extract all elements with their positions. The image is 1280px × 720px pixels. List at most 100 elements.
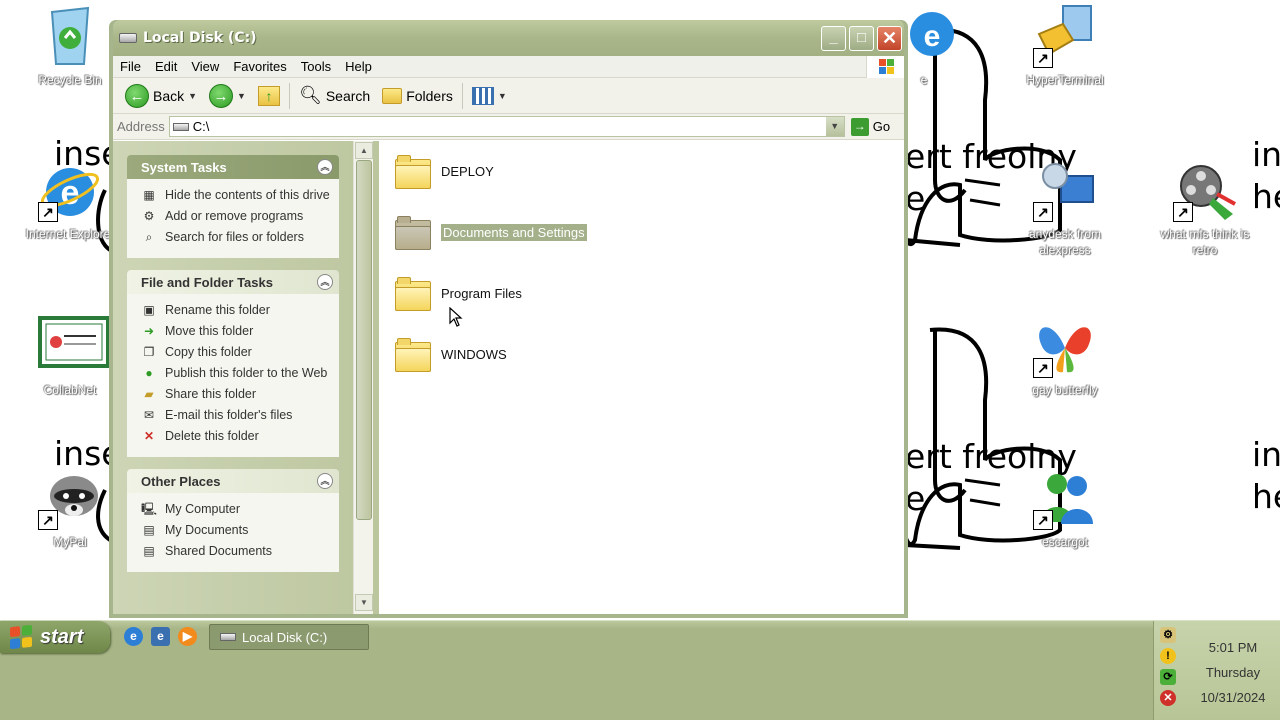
task-pane-scrollbar[interactable]: ▲ ▼ xyxy=(353,141,373,614)
back-arrow-icon: ← xyxy=(125,83,149,108)
task-copy-folder[interactable]: ❐ Copy this folder xyxy=(141,344,331,360)
go-button[interactable]: → Go xyxy=(850,117,890,136)
scroll-down-button[interactable]: ▼ xyxy=(355,594,373,611)
place-my-documents[interactable]: ▤ My Documents xyxy=(141,522,331,538)
scroll-up-button[interactable]: ▲ xyxy=(355,142,373,159)
collapse-icon[interactable]: ︽ xyxy=(317,159,333,175)
desktop-icon-what-mfs-think-is-retro[interactable]: ↗ what mfs think is retro xyxy=(1150,158,1260,258)
back-label: Back xyxy=(153,87,185,104)
collapse-icon[interactable]: ︽ xyxy=(317,473,333,489)
drive-icon xyxy=(220,633,236,641)
views-icon xyxy=(471,86,494,105)
menu-favorites[interactable]: Favorites xyxy=(226,59,293,74)
internet-explorer-icon[interactable]: e xyxy=(124,627,143,646)
panel-header[interactable]: System Tasks ︽ xyxy=(127,155,339,179)
folder-item-windows[interactable]: WINDOWS xyxy=(395,324,904,385)
explorer-window: Local Disk (C:) _ □ ✕ File Edit View Fav… xyxy=(109,20,908,618)
panel-title: File and Folder Tasks xyxy=(141,274,273,290)
clock[interactable]: 5:01 PM Thursday 10/31/2024 xyxy=(1188,635,1278,710)
desktop-icon-escargot[interactable]: ↗ escargot xyxy=(1010,466,1120,550)
folders-button[interactable]: Folders xyxy=(376,81,459,111)
address-dropdown-button[interactable]: ▼ xyxy=(825,117,844,136)
maximize-button[interactable]: □ xyxy=(849,25,874,51)
copy-icon: ❐ xyxy=(143,345,155,359)
menu-help[interactable]: Help xyxy=(338,59,379,74)
window-title: Local Disk (C:) xyxy=(143,30,257,46)
desktop-icon-anydesk[interactable]: ↗ anydesk from alexpress xyxy=(1010,158,1120,258)
desktop-icon-label: HyperTerminal xyxy=(1026,73,1104,87)
search-icon: 🔍︎ xyxy=(298,85,322,105)
place-my-computer[interactable]: 🖳 My Computer xyxy=(141,501,331,517)
views-button[interactable]: ▼ xyxy=(466,81,513,111)
panel-title: Other Places xyxy=(141,473,221,489)
chevron-down-icon[interactable]: ▼ xyxy=(237,91,246,101)
rename-icon: ▣ xyxy=(143,303,155,317)
up-button[interactable]: ↑ xyxy=(252,81,286,111)
task-search-files[interactable]: ⌕ Search for files or folders xyxy=(141,229,331,245)
task-label: E-mail this folder's files xyxy=(165,408,293,422)
raccoon-icon: ↗ xyxy=(38,466,102,530)
security-shield-icon[interactable]: ! xyxy=(1160,648,1176,664)
folder-item-program-files[interactable]: Program Files xyxy=(395,263,904,324)
task-publish-folder[interactable]: ● Publish this folder to the Web xyxy=(141,365,331,381)
task-share-folder[interactable]: ▰ Share this folder xyxy=(141,386,331,402)
search-button[interactable]: 🔍︎ Search xyxy=(293,81,376,111)
internet-explorer-icon: e ↗ xyxy=(38,158,102,222)
shared-documents-icon: ▤ xyxy=(143,544,155,558)
title-bar[interactable]: Local Disk (C:) _ □ ✕ xyxy=(113,20,904,56)
address-input[interactable]: C:\ ▼ xyxy=(168,116,845,137)
close-button[interactable]: ✕ xyxy=(877,25,902,51)
menu-file[interactable]: File xyxy=(113,59,148,74)
toolbar-separator xyxy=(461,82,463,109)
menu-tools[interactable]: Tools xyxy=(294,59,338,74)
menu-view[interactable]: View xyxy=(184,59,226,74)
sync-icon[interactable]: ⟳ xyxy=(1160,669,1176,685)
folder-name: DEPLOY xyxy=(441,164,494,179)
place-shared-documents[interactable]: ▤ Shared Documents xyxy=(141,543,331,559)
shortcut-arrow-icon: ↗ xyxy=(1033,510,1053,530)
panel-header[interactable]: File and Folder Tasks ︽ xyxy=(127,270,339,294)
start-button[interactable]: start xyxy=(0,621,110,653)
chevron-down-icon[interactable]: ▼ xyxy=(188,91,197,101)
start-label: start xyxy=(40,625,84,648)
folder-item-deploy[interactable]: DEPLOY xyxy=(395,141,904,202)
folder-item-documents-and-settings[interactable]: Documents and Settings xyxy=(395,202,904,263)
folder-up-icon: ↑ xyxy=(257,85,280,106)
task-add-remove-programs[interactable]: ⚙ Add or remove programs xyxy=(141,208,331,224)
shortcut-arrow-icon: ↗ xyxy=(1033,358,1053,378)
menu-edit[interactable]: Edit xyxy=(148,59,184,74)
email-icon: ✉ xyxy=(143,408,155,422)
back-button[interactable]: ← Back ▼ xyxy=(119,81,203,111)
desktop-icon-label: gay butterfly xyxy=(1032,383,1098,397)
media-player-icon[interactable]: ▶ xyxy=(178,627,197,646)
desktop-icon-hyperterminal[interactable]: ↗ HyperTerminal xyxy=(1010,4,1120,88)
forward-button[interactable]: → ▼ xyxy=(203,81,252,111)
clock-day: Thursday xyxy=(1205,665,1261,680)
task-delete-folder[interactable]: ✕ Delete this folder xyxy=(141,428,331,444)
scroll-thumb[interactable] xyxy=(356,160,372,520)
wallpaper-text: e xyxy=(905,479,926,518)
desktop-icon-gay-butterfly[interactable]: ↗ gay butterfly xyxy=(1010,314,1120,398)
minimize-button[interactable]: _ xyxy=(821,25,846,51)
panel-header[interactable]: Other Places ︽ xyxy=(127,469,339,493)
security-alert-icon[interactable]: ✕ xyxy=(1160,690,1176,706)
search-label: Search xyxy=(325,87,371,104)
shortcut-arrow-icon: ↗ xyxy=(1173,202,1193,222)
file-list: DEPLOY Documents and Settings Program Fi… xyxy=(379,141,904,614)
toolbar-separator xyxy=(288,82,290,109)
task-rename-folder[interactable]: ▣ Rename this folder xyxy=(141,302,331,318)
windows-flag-icon xyxy=(10,624,32,650)
desktop-icon-label: what mfs think is retro xyxy=(1160,227,1250,257)
task-hide-drive-contents[interactable]: ▦ Hide the contents of this drive xyxy=(141,187,331,203)
show-desktop-icon[interactable]: e xyxy=(151,627,170,646)
shortcut-arrow-icon: ↗ xyxy=(38,202,58,222)
collapse-icon[interactable]: ︽ xyxy=(317,274,333,290)
taskbar-button-local-disk[interactable]: Local Disk (C:) xyxy=(209,624,369,650)
task-move-folder[interactable]: ➜ Move this folder xyxy=(141,323,331,339)
taskbar: start e e ▶ Local Disk (C:) ⚙ ! ⟳ ✕ 5:01… xyxy=(0,620,1280,720)
network-icon[interactable]: ⚙ xyxy=(1160,627,1176,643)
task-label: Copy this folder xyxy=(165,345,252,359)
documents-icon: ▤ xyxy=(143,523,155,537)
task-email-files[interactable]: ✉ E-mail this folder's files xyxy=(141,407,331,423)
task-label: Delete this folder xyxy=(165,429,259,443)
